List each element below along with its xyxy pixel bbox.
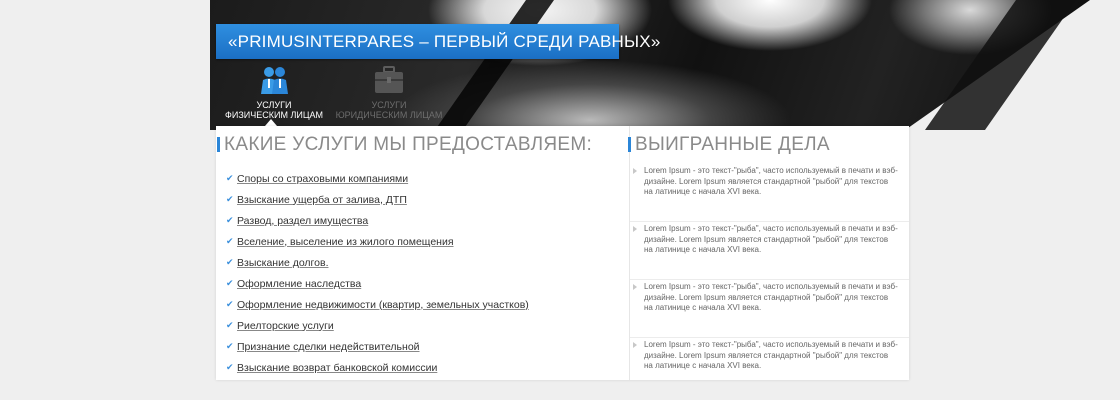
list-item: ✔ Взыскание возврат банковской комиссии [226, 357, 529, 378]
people-icon [261, 67, 288, 94]
check-icon: ✔ [226, 278, 234, 288]
service-link[interactable]: Взыскание возврат банковской комиссии [237, 362, 437, 374]
tab-companies[interactable]: УСЛУГИ ЮРИДИЧЕСКИМ ЛИЦАМ [324, 62, 454, 122]
list-item: ✔ Оформление наследства [226, 273, 529, 294]
case-item[interactable]: Lorem Ipsum - это текст-"рыба", часто ис… [630, 222, 909, 280]
service-link[interactable]: Признание сделки недействительной [237, 341, 420, 353]
service-link[interactable]: Споры со страховыми компаниями [237, 173, 408, 185]
triangle-right-icon [633, 168, 637, 174]
case-text: Lorem Ipsum - это текст-"рыба", часто ис… [644, 340, 898, 370]
check-icon: ✔ [226, 299, 234, 309]
cases-title: ВЫИГРАННЫЕ ДЕЛА [628, 134, 830, 156]
service-link[interactable]: Взыскание долгов. [237, 257, 329, 269]
list-item: ✔ Вселение, выселение из жилого помещения [226, 231, 529, 252]
list-item: ✔ Признание сделки недействительной [226, 336, 529, 357]
cases-column: ВЫИГРАННЫЕ ДЕЛА Lorem Ipsum - это текст-… [628, 126, 909, 380]
triangle-right-icon [633, 226, 637, 232]
check-icon: ✔ [226, 362, 234, 372]
briefcase-icon [375, 66, 403, 93]
check-icon: ✔ [226, 194, 234, 204]
service-link[interactable]: Оформление недвижимости (квартир, земель… [237, 299, 529, 311]
list-item: ✔ Развод, раздел имущества [226, 210, 529, 231]
service-link[interactable]: Оформление наследства [237, 278, 361, 290]
list-item: ✔ Взыскание ущерба от залива, ДТП [226, 189, 529, 210]
tab-companies-line2: ЮРИДИЧЕСКИМ ЛИЦАМ [335, 110, 443, 120]
services-column: КАКИЕ УСЛУГИ МЫ ПРЕДОСТАВЛЯЕМ: ✔ Споры со… [216, 126, 629, 380]
tab-companies-line1: УСЛУГИ [371, 100, 407, 110]
site-headline: «PRIMUSINTERPARES – ПЕРВЫЙ СРЕДИ РАВНЫХ» [216, 24, 660, 59]
triangle-right-icon [633, 284, 637, 290]
tab-individuals-line1: УСЛУГИ [256, 100, 292, 110]
list-item: ✔ Споры со страховыми компаниями [226, 168, 529, 189]
services-title: КАКИЕ УСЛУГИ МЫ ПРЕДОСТАВЛЯЕМ: [217, 134, 592, 156]
check-icon: ✔ [226, 320, 234, 330]
tab-individuals[interactable]: УСЛУГИ ФИЗИЧЕСКИМ ЛИЦАМ [209, 62, 339, 122]
case-text: Lorem Ipsum - это текст-"рыба", часто ис… [644, 166, 898, 196]
check-icon: ✔ [226, 236, 234, 246]
list-item: ✔ Оформление недвижимости (квартир, земел… [226, 294, 529, 315]
check-icon: ✔ [226, 173, 234, 183]
triangle-right-icon [633, 342, 637, 348]
active-tab-pointer [265, 119, 277, 126]
hero-banner [0, 0, 1120, 130]
services-list: ✔ Споры со страховыми компаниями ✔ Взыскан… [226, 168, 529, 378]
service-link[interactable]: Вселение, выселение из жилого помещения [237, 236, 454, 248]
case-item[interactable]: Lorem Ipsum - это текст-"рыба", часто ис… [630, 338, 909, 396]
cases-list: Lorem Ipsum - это текст-"рыба", часто ис… [630, 164, 909, 396]
case-text: Lorem Ipsum - это текст-"рыба", часто ис… [644, 282, 898, 312]
check-icon: ✔ [226, 257, 234, 267]
case-text: Lorem Ipsum - это текст-"рыба", часто ис… [644, 224, 898, 254]
list-item: ✔ Взыскание долгов. [226, 252, 529, 273]
check-icon: ✔ [226, 215, 234, 225]
case-item[interactable]: Lorem Ipsum - это текст-"рыба", часто ис… [630, 280, 909, 338]
check-icon: ✔ [226, 341, 234, 351]
service-link[interactable]: Риелторские услуги [237, 320, 334, 332]
list-item: ✔ Риелторские услуги [226, 315, 529, 336]
case-item[interactable]: Lorem Ipsum - это текст-"рыба", часто ис… [630, 164, 909, 222]
content-panel: КАКИЕ УСЛУГИ МЫ ПРЕДОСТАВЛЯЕМ: ✔ Споры со… [216, 126, 909, 380]
service-link[interactable]: Взыскание ущерба от залива, ДТП [237, 194, 407, 206]
service-link[interactable]: Развод, раздел имущества [237, 215, 368, 227]
